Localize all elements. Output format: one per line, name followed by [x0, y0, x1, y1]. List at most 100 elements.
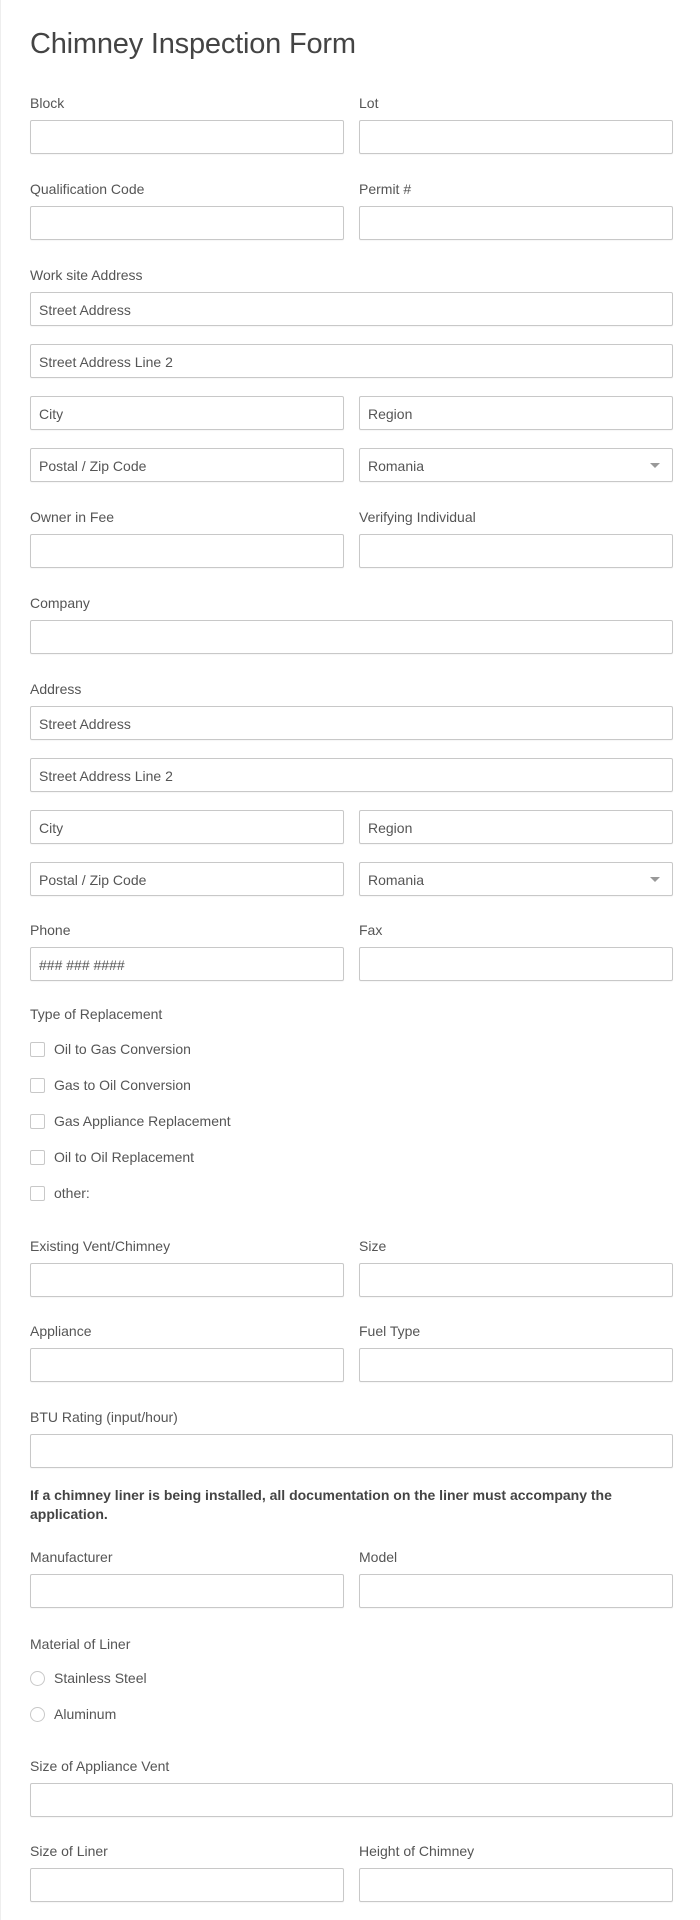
size-input[interactable]: [359, 1263, 673, 1297]
block-input[interactable]: [30, 120, 344, 154]
work-site-country-value: Romania: [368, 458, 425, 474]
work-site-city-input[interactable]: City: [30, 396, 344, 430]
block-field[interactable]: [31, 121, 343, 153]
oil-to-gas-checkbox[interactable]: [30, 1042, 45, 1057]
other-checkbox[interactable]: [30, 1186, 45, 1201]
company-label: Company: [30, 595, 90, 611]
size-field[interactable]: [360, 1264, 672, 1296]
gas-to-oil-label[interactable]: Gas to Oil Conversion: [54, 1076, 191, 1094]
oil-to-oil-label[interactable]: Oil to Oil Replacement: [54, 1148, 194, 1166]
model-input[interactable]: [359, 1574, 673, 1608]
company-field[interactable]: [31, 621, 672, 653]
height-of-chimney-field[interactable]: [360, 1869, 672, 1901]
fuel-type-label: Fuel Type: [359, 1323, 421, 1339]
owner-in-fee-field[interactable]: [31, 535, 343, 567]
gas-appliance-replacement-checkbox[interactable]: [30, 1114, 45, 1129]
work-site-street2-placeholder: Street Address Line 2: [39, 354, 173, 370]
address-street2-placeholder: Street Address Line 2: [39, 768, 173, 784]
lot-label: Lot: [359, 95, 379, 111]
address-region-input[interactable]: Region: [359, 810, 673, 844]
company-input[interactable]: [30, 620, 673, 654]
address-street-input[interactable]: Street Address: [30, 706, 673, 740]
manufacturer-label: Manufacturer: [30, 1549, 113, 1565]
aluminum-radio[interactable]: [30, 1707, 45, 1722]
fax-label: Fax: [359, 922, 383, 938]
appliance-field[interactable]: [31, 1349, 343, 1381]
work-site-region-input[interactable]: Region: [359, 396, 673, 430]
height-of-chimney-label: Height of Chimney: [359, 1843, 475, 1859]
work-site-region-placeholder: Region: [368, 406, 413, 422]
work-site-address-label: Work site Address: [30, 267, 143, 283]
fuel-type-input[interactable]: [359, 1348, 673, 1382]
block-label: Block: [30, 95, 65, 111]
verifying-individual-label: Verifying Individual: [359, 509, 476, 525]
stainless-steel-radio[interactable]: [30, 1671, 45, 1686]
oil-to-oil-checkbox[interactable]: [30, 1150, 45, 1165]
oil-to-gas-label[interactable]: Oil to Gas Conversion: [54, 1040, 191, 1058]
lot-field[interactable]: [360, 121, 672, 153]
address-region-placeholder: Region: [368, 820, 413, 836]
work-site-street-placeholder: Street Address: [39, 302, 131, 318]
address-label: Address: [30, 681, 82, 697]
work-site-postal-input[interactable]: Postal / Zip Code: [30, 448, 344, 482]
qualification-code-field[interactable]: [31, 207, 343, 239]
material-of-liner-label: Material of Liner: [30, 1636, 131, 1652]
work-site-street2-input[interactable]: Street Address Line 2: [30, 344, 673, 378]
address-postal-input[interactable]: Postal / Zip Code: [30, 862, 344, 896]
address-country-value: Romania: [368, 872, 425, 888]
verifying-individual-input[interactable]: [359, 534, 673, 568]
type-of-replacement-label: Type of Replacement: [30, 1006, 163, 1022]
existing-vent-field[interactable]: [31, 1264, 343, 1296]
permit-field[interactable]: [360, 207, 672, 239]
phone-label: Phone: [30, 922, 71, 938]
address-country-select[interactable]: Romania: [359, 862, 673, 896]
form-title: Chimney Inspection Form: [30, 28, 356, 60]
fax-input[interactable]: [359, 947, 673, 981]
owner-in-fee-label: Owner in Fee: [30, 509, 115, 525]
btu-rating-input[interactable]: [30, 1434, 673, 1468]
address-city-input[interactable]: City: [30, 810, 344, 844]
btu-rating-label: BTU Rating (input/hour): [30, 1409, 178, 1425]
gas-appliance-replacement-label[interactable]: Gas Appliance Replacement: [54, 1112, 231, 1130]
size-label: Size: [359, 1238, 387, 1254]
manufacturer-field[interactable]: [31, 1575, 343, 1607]
address-street-placeholder: Street Address: [39, 716, 131, 732]
verifying-individual-field[interactable]: [360, 535, 672, 567]
qualification-code-input[interactable]: [30, 206, 344, 240]
btu-rating-field[interactable]: [31, 1435, 672, 1467]
chevron-down-icon: [650, 463, 660, 468]
address-street2-input[interactable]: Street Address Line 2: [30, 758, 673, 792]
size-of-liner-input[interactable]: [30, 1868, 344, 1902]
existing-vent-input[interactable]: [30, 1263, 344, 1297]
other-label[interactable]: other:: [54, 1184, 90, 1202]
model-field[interactable]: [360, 1575, 672, 1607]
work-site-country-select[interactable]: Romania: [359, 448, 673, 482]
chevron-down-icon: [650, 877, 660, 882]
form-page: Chimney Inspection Form Block Lot Qualif…: [0, 0, 700, 1920]
address-postal-placeholder: Postal / Zip Code: [39, 872, 147, 888]
size-of-liner-field[interactable]: [31, 1869, 343, 1901]
gas-to-oil-checkbox[interactable]: [30, 1078, 45, 1093]
manufacturer-input[interactable]: [30, 1574, 344, 1608]
model-label: Model: [359, 1549, 398, 1565]
height-of-chimney-input[interactable]: [359, 1868, 673, 1902]
permit-input[interactable]: [359, 206, 673, 240]
size-of-liner-label: Size of Liner: [30, 1843, 108, 1859]
size-of-appliance-vent-label: Size of Appliance Vent: [30, 1758, 170, 1774]
fuel-type-field[interactable]: [360, 1349, 672, 1381]
address-city-placeholder: City: [39, 820, 64, 836]
owner-in-fee-input[interactable]: [30, 534, 344, 568]
work-site-street-input[interactable]: Street Address: [30, 292, 673, 326]
permit-label: Permit #: [359, 181, 412, 197]
stainless-steel-label[interactable]: Stainless Steel: [54, 1669, 147, 1687]
lot-input[interactable]: [359, 120, 673, 154]
aluminum-label[interactable]: Aluminum: [54, 1705, 116, 1723]
appliance-label: Appliance: [30, 1323, 92, 1339]
fax-field[interactable]: [360, 948, 672, 980]
appliance-input[interactable]: [30, 1348, 344, 1382]
phone-placeholder: ### ### ####: [39, 957, 125, 973]
size-of-appliance-vent-input[interactable]: [30, 1783, 673, 1817]
work-site-city-placeholder: City: [39, 406, 64, 422]
size-of-appliance-vent-field[interactable]: [31, 1784, 672, 1816]
phone-input[interactable]: ### ### ####: [30, 947, 344, 981]
